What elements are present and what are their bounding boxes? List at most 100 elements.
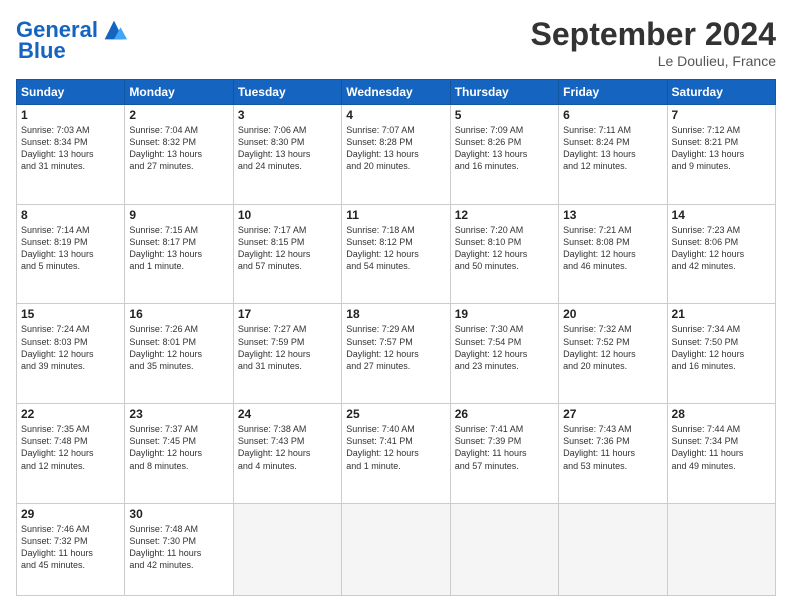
month-title: September 2024 bbox=[531, 16, 776, 53]
table-row: 28 Sunrise: 7:44 AM Sunset: 7:34 PM Dayli… bbox=[667, 404, 775, 504]
day-number: 28 bbox=[672, 407, 771, 421]
table-row: 4Sunrise: 7:07 AM Sunset: 8:28 PM Daylig… bbox=[342, 105, 450, 205]
table-row: 30 Sunrise: 7:48 AM Sunset: 7:30 PM Dayli… bbox=[125, 503, 233, 595]
day-number: 20 bbox=[563, 307, 662, 321]
day-number: 6 bbox=[563, 108, 662, 122]
table-row bbox=[450, 503, 558, 595]
day-number: 4 bbox=[346, 108, 445, 122]
table-row: 18 Sunrise: 7:29 AM Sunset: 7:57 PM Dayli… bbox=[342, 304, 450, 404]
table-row: 24 Sunrise: 7:38 AM Sunset: 7:43 PM Dayli… bbox=[233, 404, 341, 504]
day-number: 24 bbox=[238, 407, 337, 421]
table-row: 15 Sunrise: 7:24 AM Sunset: 8:03 PM Dayli… bbox=[17, 304, 125, 404]
day-number: 22 bbox=[21, 407, 120, 421]
table-row bbox=[667, 503, 775, 595]
day-number: 9 bbox=[129, 208, 228, 222]
table-row: 13 Sunrise: 7:21 AM Sunset: 8:08 PM Dayli… bbox=[559, 204, 667, 304]
day-number: 7 bbox=[672, 108, 771, 122]
table-row: 16 Sunrise: 7:26 AM Sunset: 8:01 PM Dayli… bbox=[125, 304, 233, 404]
day-info: Sunrise: 7:38 AM Sunset: 7:43 PM Dayligh… bbox=[238, 423, 337, 472]
day-number: 18 bbox=[346, 307, 445, 321]
day-info: Sunrise: 7:18 AM Sunset: 8:12 PM Dayligh… bbox=[346, 224, 445, 273]
day-info: Sunrise: 7:09 AM Sunset: 8:26 PM Dayligh… bbox=[455, 124, 554, 173]
day-number: 26 bbox=[455, 407, 554, 421]
day-number: 12 bbox=[455, 208, 554, 222]
day-number: 10 bbox=[238, 208, 337, 222]
day-number: 27 bbox=[563, 407, 662, 421]
calendar-week-row: 1 Sunrise: 7:03 AM Sunset: 8:34 PM Daylig… bbox=[17, 105, 776, 205]
day-number: 23 bbox=[129, 407, 228, 421]
table-row: 23 Sunrise: 7:37 AM Sunset: 7:45 PM Dayli… bbox=[125, 404, 233, 504]
day-info: Sunrise: 7:26 AM Sunset: 8:01 PM Dayligh… bbox=[129, 323, 228, 372]
table-row: 3 Sunrise: 7:06 AM Sunset: 8:30 PM Daylig… bbox=[233, 105, 341, 205]
day-info: Sunrise: 7:06 AM Sunset: 8:30 PM Dayligh… bbox=[238, 124, 337, 173]
day-number: 5 bbox=[455, 108, 554, 122]
day-number: 14 bbox=[672, 208, 771, 222]
day-info: Sunrise: 7:03 AM Sunset: 8:34 PM Dayligh… bbox=[21, 124, 120, 173]
location: Le Doulieu, France bbox=[531, 53, 776, 69]
day-info: Sunrise: 7:43 AM Sunset: 7:36 PM Dayligh… bbox=[563, 423, 662, 472]
day-info: Sunrise: 7:21 AM Sunset: 8:08 PM Dayligh… bbox=[563, 224, 662, 273]
table-row: 1 Sunrise: 7:03 AM Sunset: 8:34 PM Daylig… bbox=[17, 105, 125, 205]
header: General Blue September 2024 Le Doulieu, … bbox=[16, 16, 776, 69]
day-number: 16 bbox=[129, 307, 228, 321]
logo: General Blue bbox=[16, 16, 128, 64]
day-info: Sunrise: 7:14 AM Sunset: 8:19 PM Dayligh… bbox=[21, 224, 120, 273]
day-number: 1 bbox=[21, 108, 120, 122]
table-row bbox=[233, 503, 341, 595]
day-number: 25 bbox=[346, 407, 445, 421]
day-info: Sunrise: 7:37 AM Sunset: 7:45 PM Dayligh… bbox=[129, 423, 228, 472]
day-number: 29 bbox=[21, 507, 120, 521]
table-row: 29 Sunrise: 7:46 AM Sunset: 7:32 PM Dayli… bbox=[17, 503, 125, 595]
header-monday: Monday bbox=[125, 80, 233, 105]
table-row: 22 Sunrise: 7:35 AM Sunset: 7:48 PM Dayli… bbox=[17, 404, 125, 504]
day-info: Sunrise: 7:04 AM Sunset: 8:32 PM Dayligh… bbox=[129, 124, 228, 173]
day-info: Sunrise: 7:20 AM Sunset: 8:10 PM Dayligh… bbox=[455, 224, 554, 273]
header-friday: Friday bbox=[559, 80, 667, 105]
day-info: Sunrise: 7:30 AM Sunset: 7:54 PM Dayligh… bbox=[455, 323, 554, 372]
table-row: 20 Sunrise: 7:32 AM Sunset: 7:52 PM Dayli… bbox=[559, 304, 667, 404]
table-row: 10 Sunrise: 7:17 AM Sunset: 8:15 PM Dayli… bbox=[233, 204, 341, 304]
day-number: 11 bbox=[346, 208, 445, 222]
day-info: Sunrise: 7:17 AM Sunset: 8:15 PM Dayligh… bbox=[238, 224, 337, 273]
day-info: Sunrise: 7:32 AM Sunset: 7:52 PM Dayligh… bbox=[563, 323, 662, 372]
day-info: Sunrise: 7:12 AM Sunset: 8:21 PM Dayligh… bbox=[672, 124, 771, 173]
table-row: 11 Sunrise: 7:18 AM Sunset: 8:12 PM Dayli… bbox=[342, 204, 450, 304]
day-number: 3 bbox=[238, 108, 337, 122]
day-info: Sunrise: 7:24 AM Sunset: 8:03 PM Dayligh… bbox=[21, 323, 120, 372]
day-number: 15 bbox=[21, 307, 120, 321]
table-row: 19Sunrise: 7:30 AM Sunset: 7:54 PM Dayli… bbox=[450, 304, 558, 404]
calendar-table: Sunday Monday Tuesday Wednesday Thursday… bbox=[16, 79, 776, 596]
calendar-week-row: 15 Sunrise: 7:24 AM Sunset: 8:03 PM Dayli… bbox=[17, 304, 776, 404]
day-info: Sunrise: 7:27 AM Sunset: 7:59 PM Dayligh… bbox=[238, 323, 337, 372]
table-row: 25Sunrise: 7:40 AM Sunset: 7:41 PM Dayli… bbox=[342, 404, 450, 504]
table-row: 12 Sunrise: 7:20 AM Sunset: 8:10 PM Dayli… bbox=[450, 204, 558, 304]
calendar-week-row: 22 Sunrise: 7:35 AM Sunset: 7:48 PM Dayli… bbox=[17, 404, 776, 504]
logo-icon bbox=[100, 16, 128, 44]
day-number: 2 bbox=[129, 108, 228, 122]
day-number: 21 bbox=[672, 307, 771, 321]
page: General Blue September 2024 Le Doulieu, … bbox=[0, 0, 792, 612]
table-row bbox=[559, 503, 667, 595]
table-row: 7 Sunrise: 7:12 AM Sunset: 8:21 PM Daylig… bbox=[667, 105, 775, 205]
day-number: 30 bbox=[129, 507, 228, 521]
table-row: 5 Sunrise: 7:09 AM Sunset: 8:26 PM Daylig… bbox=[450, 105, 558, 205]
table-row: 8Sunrise: 7:14 AM Sunset: 8:19 PM Daylig… bbox=[17, 204, 125, 304]
day-info: Sunrise: 7:35 AM Sunset: 7:48 PM Dayligh… bbox=[21, 423, 120, 472]
day-info: Sunrise: 7:11 AM Sunset: 8:24 PM Dayligh… bbox=[563, 124, 662, 173]
table-row: 9Sunrise: 7:15 AM Sunset: 8:17 PM Daylig… bbox=[125, 204, 233, 304]
table-row: 27 Sunrise: 7:43 AM Sunset: 7:36 PM Dayli… bbox=[559, 404, 667, 504]
day-number: 13 bbox=[563, 208, 662, 222]
day-info: Sunrise: 7:34 AM Sunset: 7:50 PM Dayligh… bbox=[672, 323, 771, 372]
day-info: Sunrise: 7:48 AM Sunset: 7:30 PM Dayligh… bbox=[129, 523, 228, 572]
day-info: Sunrise: 7:46 AM Sunset: 7:32 PM Dayligh… bbox=[21, 523, 120, 572]
calendar-week-row: 8Sunrise: 7:14 AM Sunset: 8:19 PM Daylig… bbox=[17, 204, 776, 304]
table-row bbox=[342, 503, 450, 595]
day-info: Sunrise: 7:29 AM Sunset: 7:57 PM Dayligh… bbox=[346, 323, 445, 372]
day-info: Sunrise: 7:23 AM Sunset: 8:06 PM Dayligh… bbox=[672, 224, 771, 273]
day-info: Sunrise: 7:44 AM Sunset: 7:34 PM Dayligh… bbox=[672, 423, 771, 472]
header-thursday: Thursday bbox=[450, 80, 558, 105]
day-number: 17 bbox=[238, 307, 337, 321]
table-row: 6 Sunrise: 7:11 AM Sunset: 8:24 PM Daylig… bbox=[559, 105, 667, 205]
table-row: 2 Sunrise: 7:04 AM Sunset: 8:32 PM Daylig… bbox=[125, 105, 233, 205]
table-row: 21 Sunrise: 7:34 AM Sunset: 7:50 PM Dayli… bbox=[667, 304, 775, 404]
